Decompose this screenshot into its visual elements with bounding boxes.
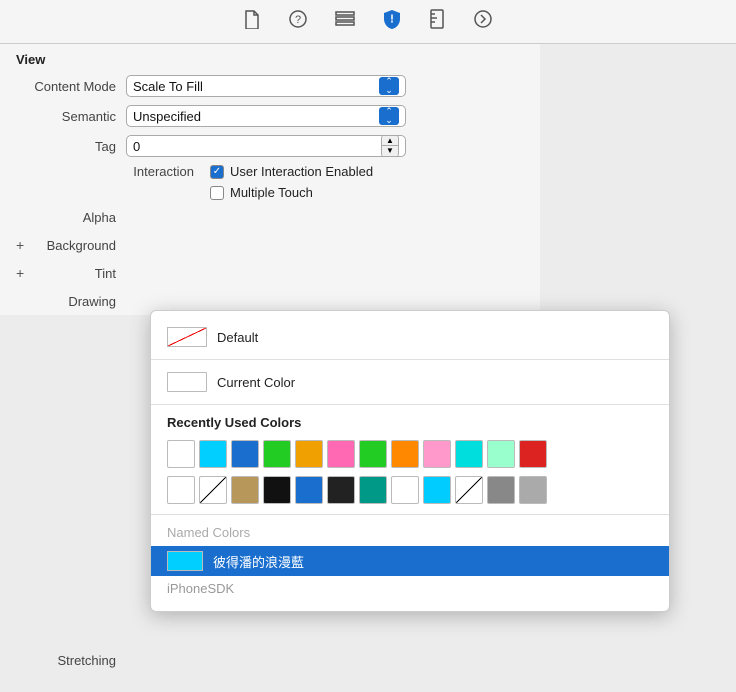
tint-plus-icon[interactable]: +	[16, 265, 30, 281]
color-grid-row2	[151, 472, 669, 508]
tag-stepper[interactable]: ▲ ▼	[381, 135, 399, 157]
help-icon[interactable]: ?	[289, 10, 307, 33]
content-mode-arrow-icon[interactable]	[379, 77, 399, 95]
separator-2	[151, 404, 669, 405]
ruler-icon[interactable]	[429, 9, 445, 34]
background-row: + Background	[0, 231, 540, 259]
color-cell-18[interactable]	[327, 476, 355, 504]
semantic-select[interactable]: Unspecified	[126, 105, 406, 127]
iphoneSDK-label: iPhoneSDK	[167, 581, 234, 596]
named-color-iphoneSDK-row[interactable]: iPhoneSDK	[151, 576, 669, 601]
checkmark-icon: ✓	[213, 167, 221, 177]
user-interaction-row: Interaction ✓ User Interaction Enabled	[0, 161, 540, 182]
named-color-selected-row[interactable]: 彼得潘的浪漫藍	[151, 546, 669, 576]
semantic-label: Semantic	[16, 109, 126, 124]
semantic-arrow-icon[interactable]	[379, 107, 399, 125]
multiple-touch-row: Multiple Touch	[0, 182, 540, 203]
color-cell-8[interactable]	[391, 440, 419, 468]
tag-increment-button[interactable]: ▲	[382, 136, 398, 146]
color-cell-6[interactable]	[327, 440, 355, 468]
dropdown-current-color-item[interactable]: Current Color	[151, 366, 669, 398]
separator-1	[151, 359, 669, 360]
color-cell-11[interactable]	[487, 440, 515, 468]
tag-label: Tag	[16, 139, 126, 154]
color-cell-19[interactable]	[359, 476, 387, 504]
arrow-right-icon[interactable]	[473, 10, 493, 33]
tint-label: Tint	[30, 266, 126, 281]
content-mode-value: Scale To Fill	[133, 79, 375, 94]
interaction-label: Interaction	[126, 164, 204, 179]
dropdown-default-item[interactable]: Default	[151, 321, 669, 353]
tag-field[interactable]: 0 ▲ ▼	[126, 135, 406, 157]
color-cell-22[interactable]	[455, 476, 483, 504]
color-cell-10[interactable]	[455, 440, 483, 468]
content-mode-label: Content Mode	[16, 79, 126, 94]
alpha-label: Alpha	[16, 210, 126, 225]
color-cell-13[interactable]	[167, 476, 195, 504]
recently-used-label: Recently Used Colors	[151, 411, 669, 436]
color-cell-7[interactable]	[359, 440, 387, 468]
color-cell-23[interactable]	[487, 476, 515, 504]
multiple-touch-checkbox[interactable]	[210, 186, 224, 200]
color-cell-2[interactable]	[199, 440, 227, 468]
color-cell-15[interactable]	[231, 476, 259, 504]
default-color-swatch	[167, 327, 207, 347]
dropdown-default-label: Default	[217, 330, 258, 345]
list-icon[interactable]	[335, 11, 355, 32]
view-section-header: View	[0, 44, 540, 71]
user-interaction-checkbox[interactable]: ✓	[210, 165, 224, 179]
color-cell-17[interactable]	[295, 476, 323, 504]
named-colors-label: Named Colors	[151, 521, 669, 546]
color-cell-12[interactable]	[519, 440, 547, 468]
color-dropdown: Default Current Color Recently Used Colo…	[150, 310, 670, 612]
stretching-row: Stretching	[0, 649, 142, 672]
alpha-row: Alpha	[0, 203, 540, 231]
inspector-panel: View Content Mode Scale To Fill Semantic…	[0, 44, 540, 315]
dropdown-current-color-label: Current Color	[217, 375, 295, 390]
color-cell-24[interactable]	[519, 476, 547, 504]
tint-row: + Tint	[0, 259, 540, 287]
tag-value: 0	[133, 139, 381, 154]
tag-decrement-button[interactable]: ▼	[382, 146, 398, 156]
shield-icon[interactable]	[383, 9, 401, 34]
svg-text:?: ?	[295, 14, 301, 26]
toolbar: ?	[0, 0, 736, 44]
separator-3	[151, 514, 669, 515]
color-cell-1[interactable]	[167, 440, 195, 468]
color-cell-5[interactable]	[295, 440, 323, 468]
drawing-label: Drawing	[16, 294, 126, 309]
background-plus-icon[interactable]: +	[16, 237, 30, 253]
multiple-touch-label: Multiple Touch	[230, 185, 313, 200]
color-cell-14[interactable]	[199, 476, 227, 504]
current-color-swatch	[167, 372, 207, 392]
user-interaction-label: User Interaction Enabled	[230, 164, 373, 179]
semantic-value: Unspecified	[133, 109, 375, 124]
named-color-swatch	[167, 551, 203, 571]
background-label: Background	[30, 238, 126, 253]
named-color-selected-label: 彼得潘的浪漫藍	[213, 552, 304, 571]
content-mode-row: Content Mode Scale To Fill	[0, 71, 540, 101]
tag-row: Tag 0 ▲ ▼	[0, 131, 540, 161]
color-cell-3[interactable]	[231, 440, 259, 468]
color-cell-20[interactable]	[391, 476, 419, 504]
semantic-row: Semantic Unspecified	[0, 101, 540, 131]
color-grid-row1	[151, 436, 669, 472]
color-cell-21[interactable]	[423, 476, 451, 504]
color-cell-4[interactable]	[263, 440, 291, 468]
color-cell-16[interactable]	[263, 476, 291, 504]
stretching-label: Stretching	[16, 653, 126, 668]
file-icon[interactable]	[243, 9, 261, 34]
content-mode-select[interactable]: Scale To Fill	[126, 75, 406, 97]
color-cell-9[interactable]	[423, 440, 451, 468]
